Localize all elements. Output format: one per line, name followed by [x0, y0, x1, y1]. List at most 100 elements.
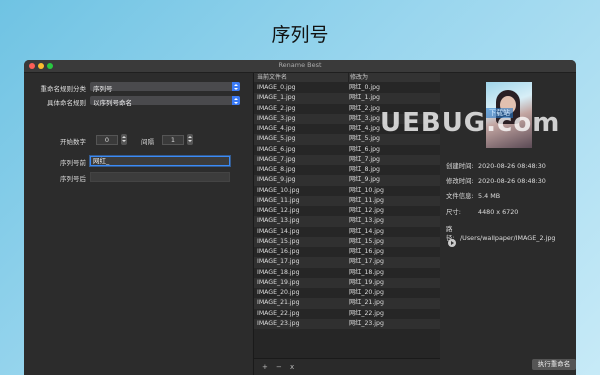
- column-header-new[interactable]: 修改为: [348, 73, 440, 82]
- list-item[interactable]: IMAGE_11.jpg 网红_11.jpg: [254, 195, 440, 206]
- current-filename: IMAGE_8.jpg: [257, 166, 296, 173]
- new-filename: 网红_18.jpg: [349, 268, 384, 276]
- list-item[interactable]: IMAGE_18.jpg 网红_18.jpg: [254, 268, 440, 278]
- current-filename: IMAGE_12.jpg: [257, 207, 300, 214]
- add-file-button[interactable]: +: [262, 363, 268, 371]
- watermark-logo: UEBUG.com: [380, 108, 561, 138]
- list-item[interactable]: IMAGE_14.jpg 网红_14.jpg: [254, 227, 440, 237]
- suffix-input[interactable]: [90, 172, 230, 182]
- dimension-label: 尺寸:: [446, 208, 461, 216]
- list-item[interactable]: IMAGE_7.jpg 网红_7.jpg: [254, 154, 440, 165]
- current-filename: IMAGE_23.jpg: [257, 319, 300, 327]
- rule-category-select[interactable]: 序列号: [90, 82, 240, 93]
- page-title: 序列号: [271, 24, 329, 46]
- reveal-in-finder-icon[interactable]: [448, 239, 456, 247]
- list-item[interactable]: IMAGE_0.jpg 网红_0.jpg: [254, 83, 440, 93]
- size-info: 文件信息: 5.4 MB: [446, 191, 500, 200]
- chevron-updown-icon: [232, 96, 240, 105]
- new-filename: 网红_19.jpg: [349, 278, 384, 286]
- clear-list-button[interactable]: x: [290, 363, 294, 371]
- chevron-updown-icon: [232, 82, 240, 91]
- new-filename: 网红_21.jpg: [349, 299, 384, 307]
- list-item[interactable]: IMAGE_1.jpg 网红_1.jpg: [254, 93, 440, 104]
- modified-value: 2020-08-26 08:48:30: [478, 177, 546, 185]
- current-filename: IMAGE_1.jpg: [257, 94, 296, 102]
- prefix-input[interactable]: 网红_: [90, 156, 230, 166]
- current-filename: IMAGE_0.jpg: [257, 84, 296, 91]
- new-filename: 网红_22.jpg: [349, 309, 384, 317]
- new-filename: 网红_9.jpg: [349, 176, 380, 184]
- dimension-info: 尺寸: 4480 x 6720: [446, 207, 518, 216]
- rule-category-label: 重命名规则分类: [40, 85, 87, 93]
- interval-label: 间隔: [141, 138, 154, 146]
- new-filename: 网红_12.jpg: [349, 207, 384, 214]
- new-filename: 网红_10.jpg: [349, 186, 384, 194]
- new-filename: 网红_4.jpg: [349, 125, 380, 132]
- list-item[interactable]: IMAGE_20.jpg 网红_20.jpg: [254, 288, 440, 298]
- watermark-sub: 下载站: [486, 108, 513, 118]
- new-filename: 网红_2.jpg: [349, 104, 380, 112]
- new-filename: 网红_15.jpg: [349, 237, 384, 245]
- list-item[interactable]: IMAGE_8.jpg 网红_8.jpg: [254, 165, 440, 175]
- created-value: 2020-08-26 08:48:30: [478, 162, 546, 170]
- list-item[interactable]: IMAGE_16.jpg 网红_16.jpg: [254, 247, 440, 257]
- list-toolbar: + − x: [254, 358, 440, 375]
- current-filename: IMAGE_2.jpg: [257, 104, 296, 112]
- start-number-label: 开始数字: [60, 138, 86, 146]
- current-filename: IMAGE_7.jpg: [257, 155, 296, 163]
- current-filename: IMAGE_15.jpg: [257, 237, 300, 245]
- rule-value: 以序列号命名: [93, 99, 132, 107]
- current-filename: IMAGE_4.jpg: [257, 125, 296, 132]
- new-filename: 网红_11.jpg: [349, 196, 384, 204]
- list-item[interactable]: IMAGE_10.jpg 网红_10.jpg: [254, 186, 440, 196]
- list-item[interactable]: IMAGE_17.jpg 网红_17.jpg: [254, 257, 440, 268]
- new-filename: 网红_7.jpg: [349, 155, 380, 163]
- current-filename: IMAGE_9.jpg: [257, 176, 296, 184]
- window-title: Rename Best: [278, 61, 322, 69]
- size-label: 文件信息:: [446, 192, 474, 200]
- list-item[interactable]: IMAGE_9.jpg 网红_9.jpg: [254, 175, 440, 186]
- title-bar: Rename Best: [24, 60, 576, 73]
- interval-stepper[interactable]: [187, 134, 193, 145]
- path-info: 路径:/Users/wallpaper/IMAGE_2.jpg: [446, 224, 555, 242]
- execute-rename-button[interactable]: 执行重命名: [532, 359, 576, 370]
- rule-select[interactable]: 以序列号命名: [90, 96, 240, 107]
- new-filename: 网红_8.jpg: [349, 166, 380, 173]
- created-info: 创建时间: 2020-08-26 08:48:30: [446, 161, 546, 170]
- current-filename: IMAGE_10.jpg: [257, 186, 300, 194]
- list-item[interactable]: IMAGE_12.jpg 网红_12.jpg: [254, 206, 440, 216]
- list-item[interactable]: IMAGE_15.jpg 网红_15.jpg: [254, 236, 440, 247]
- start-number-input[interactable]: 0: [96, 135, 118, 145]
- new-filename: 网红_23.jpg: [349, 319, 384, 327]
- current-filename: IMAGE_17.jpg: [257, 258, 300, 266]
- current-filename: IMAGE_22.jpg: [257, 309, 300, 317]
- list-item[interactable]: IMAGE_23.jpg 网红_23.jpg: [254, 318, 440, 329]
- interval-input[interactable]: 1: [162, 135, 184, 145]
- list-item[interactable]: IMAGE_13.jpg 网红_13.jpg: [254, 216, 440, 227]
- path-value: /Users/wallpaper/IMAGE_2.jpg: [460, 234, 556, 242]
- current-filename: IMAGE_11.jpg: [257, 196, 300, 204]
- list-item[interactable]: IMAGE_21.jpg 网红_21.jpg: [254, 298, 440, 309]
- new-filename: 网红_13.jpg: [349, 217, 384, 225]
- modified-label: 修改时间:: [446, 177, 474, 185]
- list-item[interactable]: IMAGE_22.jpg 网红_22.jpg: [254, 309, 440, 319]
- list-item[interactable]: IMAGE_6.jpg 网红_6.jpg: [254, 145, 440, 155]
- column-header-current[interactable]: 当前文件名: [254, 73, 348, 82]
- created-label: 创建时间:: [446, 162, 474, 170]
- rule-label: 具体命名规则: [47, 99, 86, 107]
- remove-file-button[interactable]: −: [276, 363, 282, 371]
- current-filename: IMAGE_16.jpg: [257, 248, 300, 255]
- current-filename: IMAGE_13.jpg: [257, 217, 300, 225]
- new-filename: 网红_3.jpg: [349, 114, 380, 122]
- size-value: 5.4 MB: [478, 192, 501, 200]
- new-filename: 网红_6.jpg: [349, 145, 380, 153]
- current-filename: IMAGE_18.jpg: [257, 268, 300, 276]
- current-filename: IMAGE_3.jpg: [257, 114, 296, 122]
- new-filename: 网红_20.jpg: [349, 289, 384, 296]
- new-filename: 网红_16.jpg: [349, 248, 384, 255]
- list-item[interactable]: IMAGE_19.jpg 网红_19.jpg: [254, 277, 440, 288]
- current-filename: IMAGE_5.jpg: [257, 135, 296, 143]
- new-filename: 网红_5.jpg: [349, 135, 380, 143]
- modified-info: 修改时间: 2020-08-26 08:48:30: [446, 176, 546, 185]
- start-number-stepper[interactable]: [121, 134, 127, 145]
